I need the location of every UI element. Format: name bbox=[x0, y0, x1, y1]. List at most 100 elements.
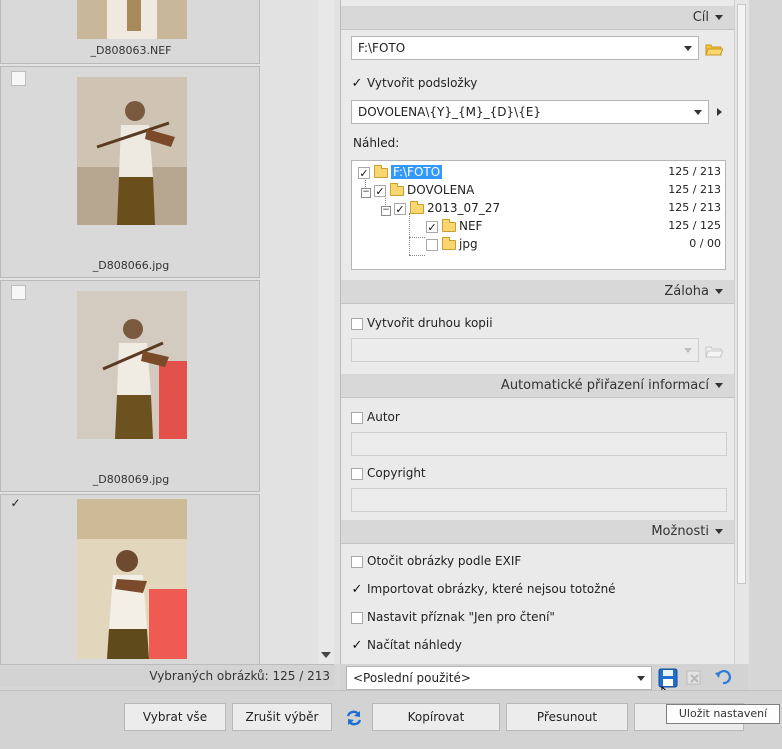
scrollbar-thumb[interactable] bbox=[737, 4, 746, 584]
browse-folder-icon[interactable] bbox=[705, 42, 724, 59]
action-bar: Vybrat vše Zrušit výběr Kopírovat Přesun… bbox=[0, 690, 782, 749]
section-header-backup[interactable]: Záloha bbox=[341, 280, 735, 304]
tree-item-count: 125 / 213 bbox=[668, 183, 721, 196]
tree-item-name: DOVOLENA bbox=[407, 183, 475, 197]
create-subfolders-checkbox[interactable]: ✓ Vytvořit podsložky bbox=[351, 74, 478, 92]
section-title: Cíl bbox=[692, 10, 709, 25]
section-header-auto-info[interactable]: Automatické přiřazení informací bbox=[341, 374, 735, 398]
checkbox-label: Copyright bbox=[367, 466, 426, 480]
checkbox-unchecked[interactable] bbox=[351, 467, 363, 480]
chevron-down-icon[interactable] bbox=[637, 676, 645, 681]
checkbox-checked[interactable]: ✓ bbox=[351, 77, 363, 90]
chevron-down-icon[interactable] bbox=[684, 348, 692, 353]
thumbnail-tile[interactable]: _D808069.jpg bbox=[0, 280, 260, 492]
thumbnail-filename: _D808069.jpg bbox=[92, 473, 170, 486]
tree-connector bbox=[409, 255, 425, 256]
browse-folder-icon[interactable] bbox=[705, 344, 724, 361]
thumbnail-checkbox[interactable] bbox=[11, 285, 26, 300]
preset-combobox[interactable]: <Poslední použité> bbox=[346, 666, 652, 690]
move-button[interactable]: Přesunout bbox=[506, 703, 628, 731]
checkbox-label: Otočit obrázky podle EXIF bbox=[367, 554, 522, 568]
selection-status: Vybraných obrázků: 125 / 213 bbox=[0, 664, 334, 687]
photo-thumbnail[interactable] bbox=[77, 77, 187, 225]
second-copy-checkbox[interactable]: Vytvořit druhou kopii bbox=[351, 314, 493, 332]
folder-icon bbox=[390, 182, 404, 196]
scroll-down-icon[interactable] bbox=[321, 652, 331, 658]
copyright-input[interactable] bbox=[351, 488, 727, 512]
folder-icon bbox=[442, 236, 456, 250]
tree-row[interactable]: ✓ NEF 125 / 125 bbox=[352, 217, 725, 235]
import-settings-panel: Cíl F:\FOTO ✓ Vytvořit podsložky DOVOLENA… bbox=[340, 0, 743, 664]
refresh-icon[interactable] bbox=[345, 709, 363, 730]
copy-button[interactable]: Kopírovat bbox=[372, 703, 500, 731]
collapse-minus-icon[interactable]: − bbox=[381, 206, 391, 216]
thumbnail-tile[interactable]: ✓ bbox=[0, 494, 260, 664]
undo-icon[interactable] bbox=[714, 668, 732, 689]
preview-label: Náhled: bbox=[353, 136, 400, 150]
tree-item-count: 125 / 125 bbox=[668, 219, 721, 232]
pattern-menu-arrow-icon[interactable] bbox=[717, 108, 722, 116]
checkbox-unchecked[interactable] bbox=[351, 611, 363, 624]
deselect-button[interactable]: Zrušit výběr bbox=[232, 703, 332, 731]
tree-item-count: 125 / 213 bbox=[668, 201, 721, 214]
tree-checkbox[interactable] bbox=[426, 238, 438, 251]
backup-path-combobox[interactable] bbox=[351, 338, 699, 362]
checkbox-unchecked[interactable] bbox=[351, 411, 363, 424]
photo-thumbnail[interactable] bbox=[77, 291, 187, 439]
photo-thumbnail[interactable] bbox=[77, 499, 187, 659]
tree-row[interactable]: − ✓ 2013_07_27 125 / 213 bbox=[352, 199, 725, 217]
chevron-down-icon[interactable] bbox=[694, 110, 702, 115]
checkbox-unchecked[interactable] bbox=[351, 317, 363, 330]
copyright-checkbox[interactable]: Copyright bbox=[351, 464, 426, 482]
chevron-down-icon[interactable] bbox=[684, 46, 692, 51]
folder-icon bbox=[410, 200, 424, 214]
folder-icon bbox=[442, 218, 456, 232]
delete-settings-icon[interactable] bbox=[686, 670, 702, 689]
checkbox-label: Vytvořit druhou kopii bbox=[367, 316, 493, 330]
option-read-only[interactable]: Nastavit příznak "Jen pro čtení" bbox=[351, 608, 555, 626]
tree-checkbox[interactable]: ✓ bbox=[394, 202, 406, 215]
photo-thumbnail[interactable] bbox=[77, 0, 187, 39]
thumbnail-tile[interactable]: _D808066.jpg bbox=[0, 66, 260, 278]
target-path-value: F:\FOTO bbox=[358, 41, 406, 55]
save-settings-tooltip: Uložit nastavení bbox=[666, 704, 780, 724]
collapse-icon bbox=[715, 529, 723, 534]
thumbnail-tile[interactable]: _D808063.NEF bbox=[0, 0, 260, 64]
checkbox-checked[interactable]: ✓ bbox=[351, 583, 363, 596]
pattern-value: DOVOLENA\{Y}_{M}_{D}\{E} bbox=[358, 105, 542, 119]
tree-item-name: F:\FOTO bbox=[391, 165, 443, 179]
tree-row[interactable]: ✓ F:\FOTO 125 / 213 bbox=[352, 163, 725, 181]
tree-checkbox[interactable]: ✓ bbox=[358, 166, 370, 179]
subfolder-pattern-combobox[interactable]: DOVOLENA\{Y}_{M}_{D}\{E} bbox=[351, 100, 709, 124]
tree-row[interactable]: jpg 0 / 00 bbox=[352, 235, 725, 253]
option-load-previews[interactable]: ✓ Načítat náhledy bbox=[351, 636, 462, 654]
section-header-target[interactable]: Cíl bbox=[341, 6, 735, 30]
author-input[interactable] bbox=[351, 432, 727, 456]
section-title: Záloha bbox=[664, 284, 709, 299]
checkbox-label: Autor bbox=[367, 410, 400, 424]
target-path-combobox[interactable]: F:\FOTO bbox=[351, 36, 699, 60]
option-rotate-exif[interactable]: Otočit obrázky podle EXIF bbox=[351, 552, 521, 570]
checkbox-unchecked[interactable] bbox=[351, 555, 363, 568]
collapse-icon bbox=[715, 15, 723, 20]
tree-checkbox[interactable]: ✓ bbox=[374, 184, 386, 197]
thumbnail-checkbox[interactable]: ✓ bbox=[9, 497, 22, 510]
thumbnail-list[interactable]: _D808063.NEF _D808066.jpg _D808069.jpg ✓ bbox=[0, 0, 340, 664]
tree-item-count: 125 / 213 bbox=[668, 165, 721, 178]
tree-row[interactable]: − ✓ DOVOLENA 125 / 213 bbox=[352, 181, 725, 199]
preset-bar: <Poslední použité> bbox=[340, 664, 748, 690]
thumbnail-filename: _D808066.jpg bbox=[92, 259, 170, 272]
collapse-minus-icon[interactable]: − bbox=[361, 188, 371, 198]
folder-icon bbox=[374, 164, 388, 178]
select-all-button[interactable]: Vybrat vše bbox=[124, 703, 226, 731]
thumbnail-checkbox[interactable] bbox=[11, 71, 26, 86]
author-checkbox[interactable]: Autor bbox=[351, 408, 400, 426]
settings-scrollbar[interactable] bbox=[734, 0, 749, 664]
thumbnail-filename: _D808063.NEF bbox=[90, 44, 172, 57]
folder-preview-tree[interactable]: ✓ F:\FOTO 125 / 213 − ✓ DOVOLENA 125 / 213… bbox=[351, 160, 726, 270]
thumbnail-scrollbar[interactable] bbox=[318, 0, 334, 664]
section-header-options[interactable]: Možnosti bbox=[341, 520, 735, 544]
checkbox-checked[interactable]: ✓ bbox=[351, 639, 363, 652]
option-import-nonidentical[interactable]: ✓ Importovat obrázky, které nejsou totožn… bbox=[351, 580, 616, 598]
tree-checkbox[interactable]: ✓ bbox=[426, 220, 438, 233]
